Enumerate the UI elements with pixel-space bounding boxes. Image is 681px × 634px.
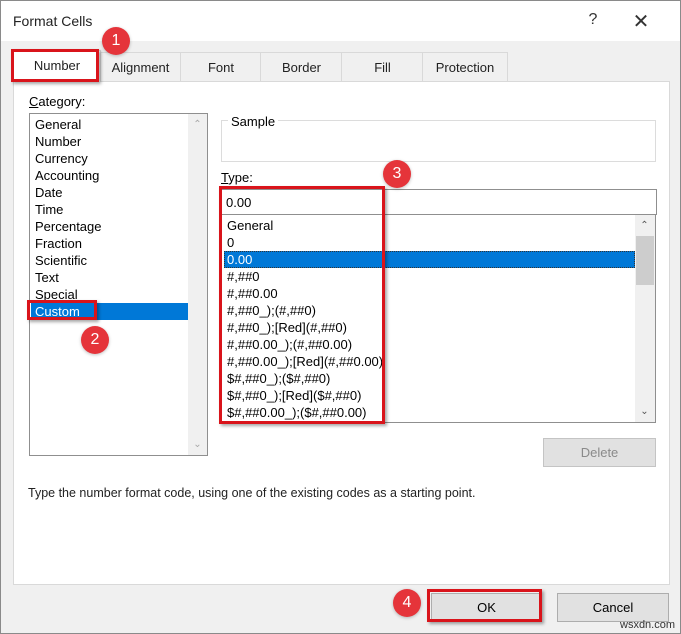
category-item-number[interactable]: Number [31,133,190,150]
sample-groupbox [221,120,656,162]
category-label-accelerator: C [29,94,39,109]
scroll-down-icon[interactable]: ⌄ [188,436,207,453]
category-item-percentage[interactable]: Percentage [31,218,190,235]
delete-button[interactable]: Delete [543,438,656,467]
sample-label: Sample [228,114,279,129]
step-badge-4: 4 [393,589,421,617]
category-item-scientific[interactable]: Scientific [31,252,190,269]
close-button[interactable]: ✕ [626,9,656,35]
category-item-text[interactable]: Text [31,269,190,286]
scroll-up-icon[interactable]: ⌃ [188,116,207,133]
ok-button[interactable]: OK [431,593,542,622]
type-label: Type: [221,170,253,185]
type-item[interactable]: #,##0_);(#,##0) [224,302,635,319]
type-item[interactable]: #,##0.00 [224,285,635,302]
type-item-selected[interactable]: 0.00 [224,251,635,268]
type-item[interactable]: General [224,217,635,234]
hint-text: Type the number format code, using one o… [28,486,476,500]
type-input[interactable] [221,189,657,215]
type-item[interactable]: #,##0.00_);[Red](#,##0.00) [224,353,635,370]
format-cells-dialog: Format Cells ? ✕ Number Alignment Font B… [0,0,681,634]
step-badge-1: 1 [102,27,130,55]
tab-border[interactable]: Border [260,52,343,81]
scroll-thumb[interactable] [636,236,654,285]
tab-fill[interactable]: Fill [341,52,424,81]
type-item[interactable]: #,##0.00_);(#,##0.00) [224,336,635,353]
type-item[interactable]: #,##0_);[Red](#,##0) [224,319,635,336]
type-item[interactable]: $#,##0.00_);($#,##0.00) [224,404,635,421]
watermark: wsxdn.com [620,619,676,631]
tab-font[interactable]: Font [180,52,262,81]
category-item-date[interactable]: Date [31,184,190,201]
category-item-currency[interactable]: Currency [31,150,190,167]
type-label-text: ype: [228,170,253,185]
type-listbox[interactable]: General 0 0.00 #,##0 #,##0.00 #,##0_);(#… [221,215,656,423]
scroll-down-icon[interactable]: ⌄ [635,403,654,420]
type-item[interactable]: $#,##0_);($#,##0) [224,370,635,387]
category-label: Category: [29,94,85,109]
help-button[interactable]: ? [581,11,605,33]
number-tab-panel: Category: General Number Currency Accoun… [13,81,670,585]
category-item-general[interactable]: General [31,116,190,133]
type-item[interactable]: 0 [224,234,635,251]
type-scrollbar[interactable]: ⌃ ⌄ [635,215,655,422]
category-item-custom[interactable]: Custom [31,303,190,320]
dialog-title: Format Cells [13,13,93,29]
step-badge-2: 2 [81,326,109,354]
category-item-special[interactable]: Special [31,286,190,303]
category-scrollbar[interactable]: ⌃ ⌄ [188,114,207,455]
category-item-accounting[interactable]: Accounting [31,167,190,184]
category-listbox[interactable]: General Number Currency Accounting Date … [29,113,208,456]
category-item-fraction[interactable]: Fraction [31,235,190,252]
tab-alignment[interactable]: Alignment [99,52,182,81]
step-badge-3: 3 [383,160,411,188]
type-item[interactable]: $#,##0_);[Red]($#,##0) [224,387,635,404]
tab-number[interactable]: Number [13,50,101,82]
scroll-up-icon[interactable]: ⌃ [635,217,654,234]
cancel-button[interactable]: Cancel [557,593,669,622]
tab-protection[interactable]: Protection [422,52,508,81]
type-item[interactable]: #,##0 [224,268,635,285]
category-item-time[interactable]: Time [31,201,190,218]
category-label-text: ategory: [38,94,86,109]
